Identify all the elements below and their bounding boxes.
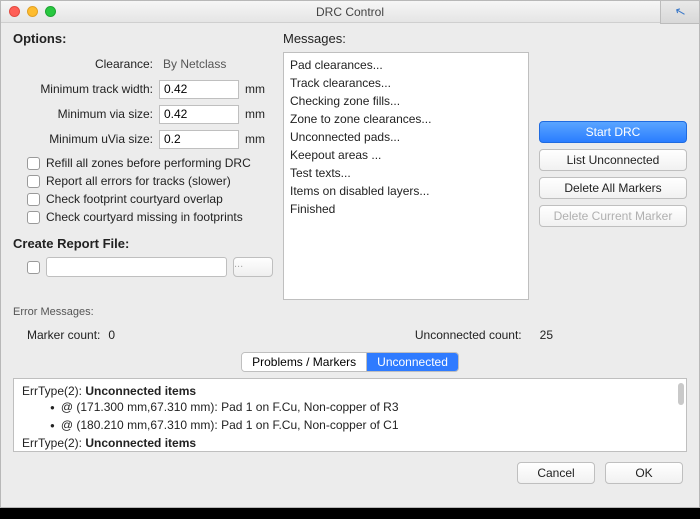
titlebar: DRC Control (1, 1, 699, 23)
unit-label: mm (245, 82, 269, 96)
min-track-label: Minimum track width: (13, 82, 153, 96)
result-item[interactable]: @ (171.300 mm,67.310 mm): Pad 1 on F.Cu,… (22, 399, 678, 417)
list-unconnected-button[interactable]: List Unconnected (539, 149, 687, 171)
checkbox-label: Check footprint courtyard overlap (46, 192, 223, 206)
results-list[interactable]: ErrType(2): Unconnected items @ (171.300… (13, 378, 687, 452)
drc-control-window: DRC Control Options: Clearance: By Netcl… (0, 0, 700, 508)
courtyard-overlap-checkbox[interactable] (27, 193, 40, 206)
checkbox-label: Check courtyard missing in footprints (46, 210, 243, 224)
message-line: Checking zone fills... (290, 92, 522, 110)
min-via-label: Minimum via size: (13, 107, 153, 121)
min-uvia-label: Minimum uVia size: (13, 132, 153, 146)
tab-problems[interactable]: Problems / Markers (242, 353, 367, 371)
unconnected-count-label: Unconnected count: (415, 328, 522, 342)
report-section-label: Create Report File: (13, 236, 273, 251)
marker-count-label: Marker count: (27, 328, 100, 342)
error-messages-label: Error Messages: (13, 306, 687, 318)
courtyard-missing-checkbox[interactable] (27, 211, 40, 224)
clearance-value: By Netclass (159, 57, 239, 71)
message-line: Zone to zone clearances... (290, 110, 522, 128)
message-line: Finished (290, 200, 522, 218)
result-heading: ErrType(2): Unconnected items (22, 435, 678, 451)
message-line: Pad clearances... (290, 56, 522, 74)
cursor-icon: ↖ (673, 3, 688, 21)
unconnected-count-value: 25 (540, 328, 553, 342)
options-panel: Options: Clearance: By Netclass Minimum … (13, 31, 273, 300)
message-line: Unconnected pads... (290, 128, 522, 146)
counts-row: Marker count: 0 Unconnected count: 25 (13, 328, 687, 342)
checkbox-label: Refill all zones before performing DRC (46, 156, 251, 170)
scrollbar-thumb[interactable] (678, 383, 684, 405)
cancel-button[interactable]: Cancel (517, 462, 595, 484)
dialog-footer: Cancel OK (13, 462, 687, 484)
message-line: Test texts... (290, 164, 522, 182)
result-item[interactable]: @ (180.210 mm,67.310 mm): Pad 1 on F.Cu,… (22, 417, 678, 435)
report-path-input[interactable] (46, 257, 227, 277)
message-line: Keepout areas ... (290, 146, 522, 164)
marker-count-value: 0 (108, 328, 115, 342)
background-window-tab[interactable]: ↖ (660, 0, 700, 24)
message-line: Track clearances... (290, 74, 522, 92)
ok-button[interactable]: OK (605, 462, 683, 484)
delete-all-markers-button[interactable]: Delete All Markers (539, 177, 687, 199)
delete-current-marker-button: Delete Current Marker (539, 205, 687, 227)
min-uvia-input[interactable] (159, 130, 239, 149)
message-line: Items on disabled layers... (290, 182, 522, 200)
window-title: DRC Control (1, 5, 699, 19)
result-heading: ErrType(2): Unconnected items (22, 383, 678, 399)
report-all-errors-checkbox[interactable] (27, 175, 40, 188)
messages-label: Messages: (283, 31, 529, 46)
browse-button[interactable]: ... (233, 257, 273, 277)
action-buttons: Start DRC List Unconnected Delete All Ma… (539, 31, 687, 300)
clearance-label: Clearance: (13, 57, 153, 71)
checkbox-label: Report all errors for tracks (slower) (46, 174, 231, 188)
min-via-input[interactable] (159, 105, 239, 124)
messages-panel: Messages: Pad clearances... Track cleara… (283, 31, 529, 300)
messages-list: Pad clearances... Track clearances... Ch… (283, 52, 529, 300)
tab-unconnected[interactable]: Unconnected (367, 353, 458, 371)
refill-zones-checkbox[interactable] (27, 157, 40, 170)
create-report-checkbox[interactable] (27, 261, 40, 274)
start-drc-button[interactable]: Start DRC (539, 121, 687, 143)
min-track-input[interactable] (159, 80, 239, 99)
content-area: Options: Clearance: By Netclass Minimum … (1, 23, 699, 507)
options-label: Options: (13, 31, 273, 46)
results-tabs: Problems / Markers Unconnected (13, 352, 687, 372)
